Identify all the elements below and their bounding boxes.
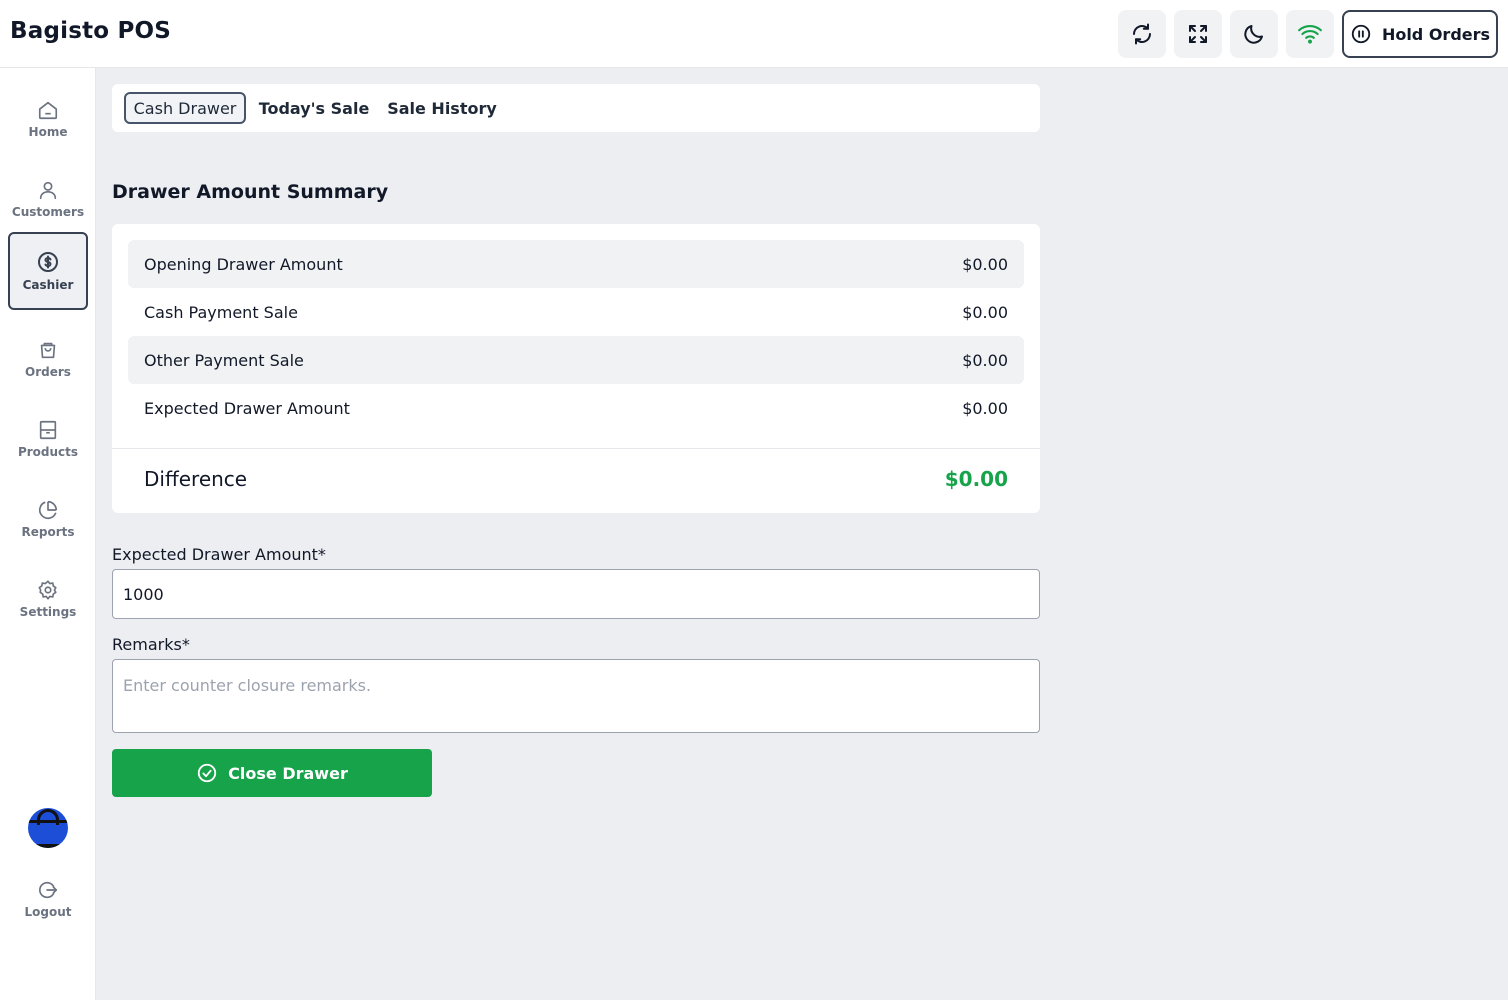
expected-amount-label: Expected Drawer Amount* <box>112 545 326 564</box>
avatar-base <box>32 844 64 848</box>
gear-icon <box>38 580 57 600</box>
sidebar-item-settings[interactable]: Settings <box>8 560 88 638</box>
refresh-icon <box>1133 23 1151 45</box>
logout-button[interactable]: Logout <box>8 860 88 938</box>
close-drawer-label: Close Drawer <box>228 763 348 783</box>
sidebar-item-reports[interactable]: Reports <box>8 480 88 558</box>
section-title: Drawer Amount Summary <box>112 181 389 203</box>
tab-sale-history[interactable]: Sale History <box>386 92 498 124</box>
archive-icon <box>39 420 57 440</box>
fullscreen-button[interactable] <box>1174 10 1222 58</box>
avatar-band <box>28 820 68 823</box>
hold-orders-button[interactable]: Hold Orders <box>1342 10 1498 58</box>
home-icon <box>38 101 58 120</box>
sidebar-item-label: Products <box>17 445 79 459</box>
tab-cash-drawer[interactable]: Cash Drawer <box>124 92 246 124</box>
moon-icon <box>1244 25 1263 44</box>
drawer-summary-card: Opening Drawer Amount $0.00 Cash Payment… <box>112 224 1040 513</box>
remarks-label: Remarks* <box>112 635 190 654</box>
summary-row: Expected Drawer Amount $0.00 <box>128 384 1024 432</box>
logout-icon <box>38 881 58 899</box>
sidebar-item-products[interactable]: Products <box>8 400 88 478</box>
sidebar-item-customers[interactable]: Customers <box>8 160 88 238</box>
remarks-textarea[interactable] <box>112 659 1040 733</box>
tab-todays-sale[interactable]: Today's Sale <box>258 92 370 124</box>
sidebar-item-home[interactable]: Home <box>8 80 88 158</box>
summary-row: Opening Drawer Amount $0.00 <box>128 240 1024 288</box>
sidebar-item-label: Customers <box>11 205 85 219</box>
sidebar-item-label: Reports <box>21 525 75 539</box>
difference-label: Difference <box>144 467 248 491</box>
summary-row-label: Expected Drawer Amount <box>144 398 350 418</box>
avatar[interactable] <box>28 808 68 848</box>
refresh-button[interactable] <box>1118 10 1166 58</box>
connection-status-button[interactable] <box>1286 10 1334 58</box>
sidebar-item-cashier[interactable]: Cashier <box>8 232 88 310</box>
user-icon <box>39 181 57 200</box>
summary-row-value: $0.00 <box>962 398 1008 418</box>
summary-row-value: $0.00 <box>962 350 1008 370</box>
difference-row: Difference $0.00 <box>144 467 1008 491</box>
summary-row: Other Payment Sale $0.00 <box>128 336 1024 384</box>
pause-circle-icon <box>1351 24 1371 44</box>
dollar-icon <box>38 252 58 272</box>
sidebar-item-label: Cashier <box>22 278 74 292</box>
sidebar: Home Customers Cashier Orders Products R… <box>0 68 96 1000</box>
sidebar-item-label: Orders <box>25 365 71 379</box>
summary-row-label: Cash Payment Sale <box>144 302 298 322</box>
summary-row-value: $0.00 <box>962 254 1008 274</box>
top-header: Bagisto POS Hold Orders <box>0 0 1508 68</box>
summary-row-value: $0.00 <box>962 302 1008 322</box>
sidebar-item-label: Settings <box>19 605 77 619</box>
fullscreen-icon <box>1189 25 1207 43</box>
sidebar-item-orders[interactable]: Orders <box>8 320 88 398</box>
sidebar-item-label: Home <box>28 125 68 139</box>
summary-divider <box>112 448 1040 449</box>
shopping-bag-icon <box>40 342 56 359</box>
logout-label: Logout <box>24 905 72 919</box>
check-circle-icon <box>198 763 217 783</box>
summary-row-label: Other Payment Sale <box>144 350 304 370</box>
hold-orders-label: Hold Orders <box>1381 24 1491 44</box>
cashier-tabs: Cash Drawer Today's Sale Sale History <box>112 84 1040 132</box>
dark-mode-button[interactable] <box>1230 10 1278 58</box>
close-drawer-button[interactable]: Close Drawer <box>112 749 432 797</box>
wifi-icon <box>1298 24 1322 44</box>
expected-amount-input[interactable] <box>112 569 1040 619</box>
app-title: Bagisto POS <box>10 18 172 44</box>
summary-row: Cash Payment Sale $0.00 <box>128 288 1024 336</box>
pie-chart-icon <box>38 500 58 520</box>
difference-value: $0.00 <box>944 467 1008 491</box>
summary-row-label: Opening Drawer Amount <box>144 254 343 274</box>
